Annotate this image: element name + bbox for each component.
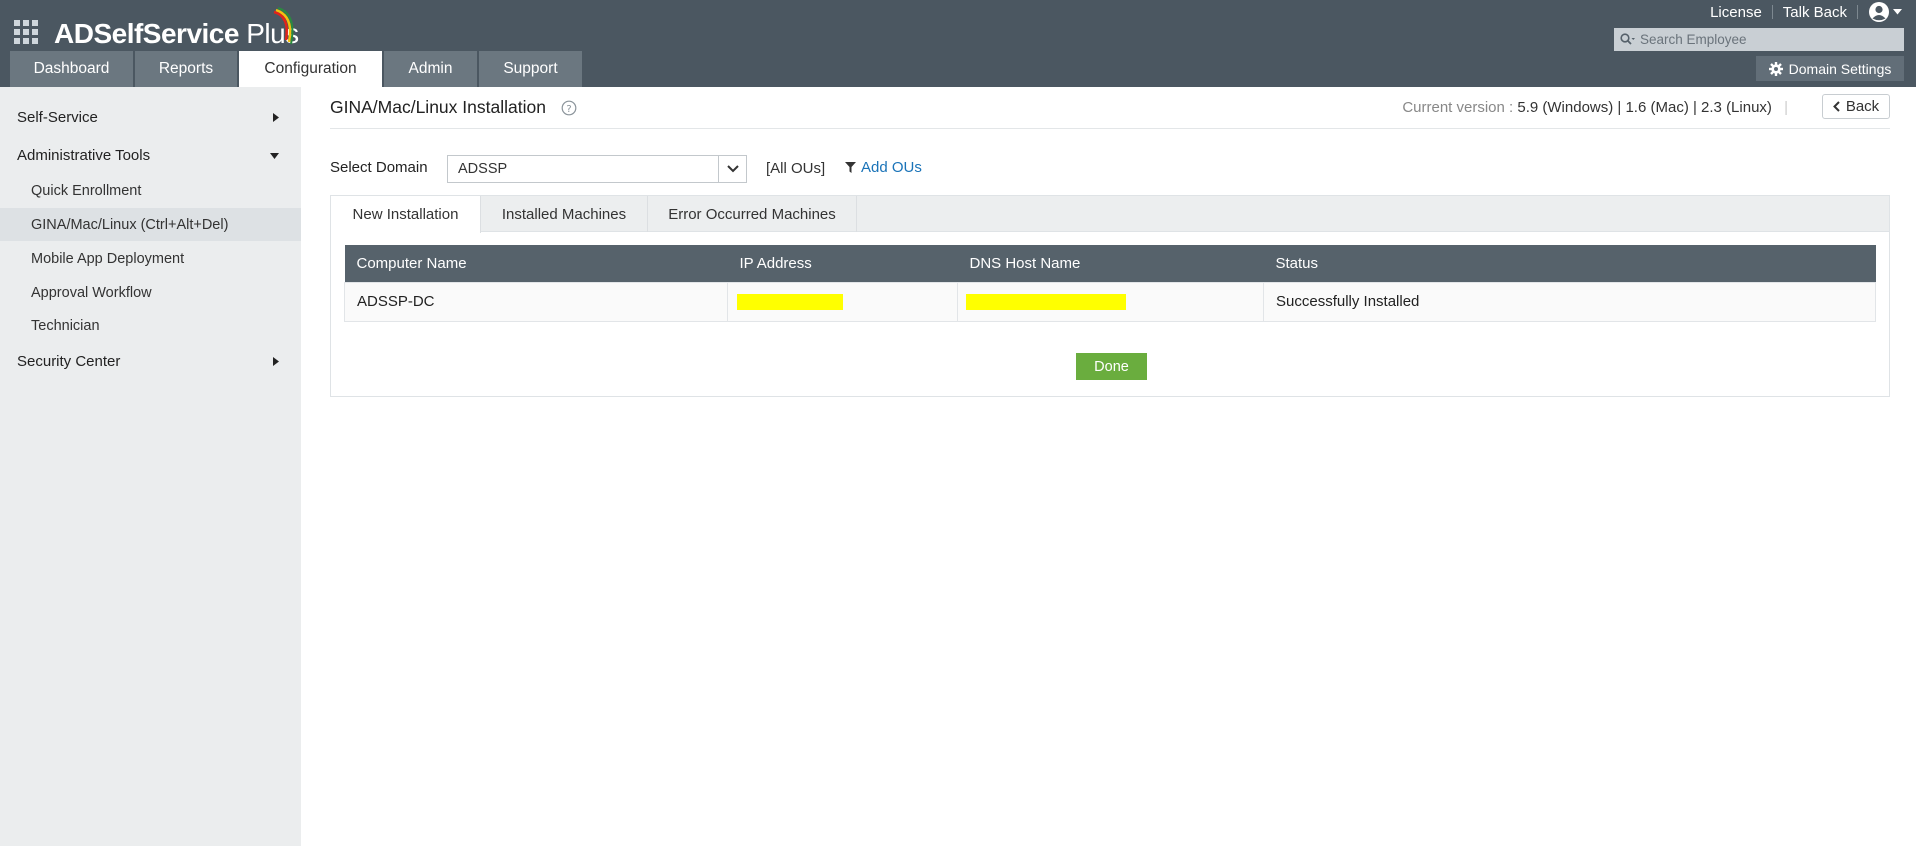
help-icon[interactable]: ? — [561, 100, 577, 116]
gear-icon — [1768, 61, 1783, 76]
table-row[interactable]: ADSSP-DC Successfully Installed — [344, 281, 1876, 322]
logo-swoosh-icon — [273, 7, 294, 45]
column-header-ip-address[interactable]: IP Address — [727, 245, 958, 282]
app-logo-text: ADSelfService Plus — [54, 18, 299, 49]
sidebar-section-label: Security Center — [17, 352, 121, 370]
version-label: Current version : — [1402, 99, 1518, 116]
tab-support[interactable]: Support — [479, 51, 582, 87]
column-header-dns-host-name[interactable]: DNS Host Name — [957, 245, 1264, 282]
cell-dns-host-name — [957, 281, 1264, 322]
column-header-status[interactable]: Status — [1263, 245, 1876, 282]
user-avatar-icon — [1869, 2, 1889, 22]
sidebar-section-label: Self-Service — [17, 108, 98, 126]
chevron-down-icon — [718, 156, 746, 182]
caret-down-icon — [270, 153, 279, 159]
redacted-block — [966, 294, 1126, 311]
version-value: 5.9 (Windows) | 1.6 (Mac) | 2.3 (Linux) — [1517, 99, 1772, 116]
sidebar-section-label: Administrative Tools — [17, 146, 151, 164]
talk-back-link[interactable]: Talk Back — [1773, 4, 1857, 21]
add-ous-link[interactable]: Add OUs — [845, 159, 922, 176]
search-icon — [1614, 28, 1640, 51]
filter-icon — [845, 162, 856, 173]
cell-status: Successfully Installed — [1263, 281, 1876, 322]
domain-select[interactable]: ADSSP — [447, 155, 747, 183]
chevron-left-icon — [1832, 101, 1840, 112]
tab-configuration[interactable]: Configuration — [239, 51, 382, 87]
select-domain-label: Select Domain — [330, 159, 428, 176]
back-label: Back — [1845, 98, 1880, 115]
employee-search[interactable] — [1614, 28, 1904, 51]
search-input[interactable] — [1640, 32, 1890, 47]
redacted-block — [737, 294, 843, 311]
cell-computer-name: ADSSP-DC — [344, 281, 728, 322]
app-header: ADSelfService Plus License Talk Back Sea… — [0, 0, 1916, 87]
domain-settings-button[interactable]: Domain Settings — [1756, 56, 1904, 81]
version-info: Current version : 5.9 (Windows) | 1.6 (M… — [1402, 99, 1788, 116]
sidebar-section-self-service[interactable]: Self-Service — [0, 102, 301, 132]
sidebar-item-technician[interactable]: Technician — [0, 309, 301, 342]
column-header-computer-name[interactable]: Computer Name — [344, 245, 728, 282]
sidebar: Self-Service Administrative Tools Quick … — [0, 87, 301, 846]
domain-select-value: ADSSP — [458, 161, 508, 177]
tab-admin[interactable]: Admin — [384, 51, 477, 87]
tab-error-occurred-machines[interactable]: Error Occurred Machines — [648, 196, 857, 232]
apps-grid-icon[interactable] — [14, 20, 38, 44]
divider: | — [1784, 99, 1788, 116]
caret-right-icon — [273, 357, 279, 366]
page-title: GINA/Mac/Linux Installation — [330, 97, 546, 117]
add-ous-label: Add OUs — [861, 159, 922, 176]
done-button[interactable]: Done — [1076, 353, 1147, 380]
tab-dashboard[interactable]: Dashboard — [10, 51, 133, 87]
tab-installed-machines[interactable]: Installed Machines — [481, 196, 648, 232]
main-tabs: Dashboard Reports Configuration Admin Su… — [10, 51, 582, 87]
cell-ip-address — [727, 281, 958, 322]
svg-text:?: ? — [566, 104, 571, 115]
domain-settings-label: Domain Settings — [1788, 60, 1892, 77]
panel-tabs: New Installation Installed Machines Erro… — [331, 196, 1889, 233]
sidebar-item-mobile-app-deployment[interactable]: Mobile App Deployment — [0, 242, 301, 275]
license-link[interactable]: License — [1700, 4, 1772, 21]
top-links: License Talk Back — [1700, 0, 1902, 24]
back-button[interactable]: Back — [1822, 94, 1890, 119]
installation-panel: New Installation Installed Machines Erro… — [330, 195, 1890, 397]
caret-right-icon — [273, 113, 279, 122]
sidebar-item-gina-mac-linux[interactable]: GINA/Mac/Linux (Ctrl+Alt+Del) — [0, 208, 301, 241]
tab-reports[interactable]: Reports — [135, 51, 237, 87]
chevron-down-icon — [1893, 9, 1902, 15]
tab-new-installation[interactable]: New Installation — [331, 196, 481, 233]
machines-table: Computer Name IP Address DNS Host Name S… — [344, 245, 1876, 322]
sidebar-section-administrative-tools[interactable]: Administrative Tools — [0, 140, 301, 170]
all-ous-label: [All OUs] — [766, 160, 826, 177]
divider — [330, 128, 1890, 129]
sidebar-item-quick-enrollment[interactable]: Quick Enrollment — [0, 174, 301, 207]
sidebar-section-security-center[interactable]: Security Center — [0, 346, 301, 376]
user-menu-button[interactable] — [1858, 1, 1902, 23]
table-header-row: Computer Name IP Address DNS Host Name S… — [344, 245, 1876, 282]
sidebar-item-approval-workflow[interactable]: Approval Workflow — [0, 276, 301, 309]
